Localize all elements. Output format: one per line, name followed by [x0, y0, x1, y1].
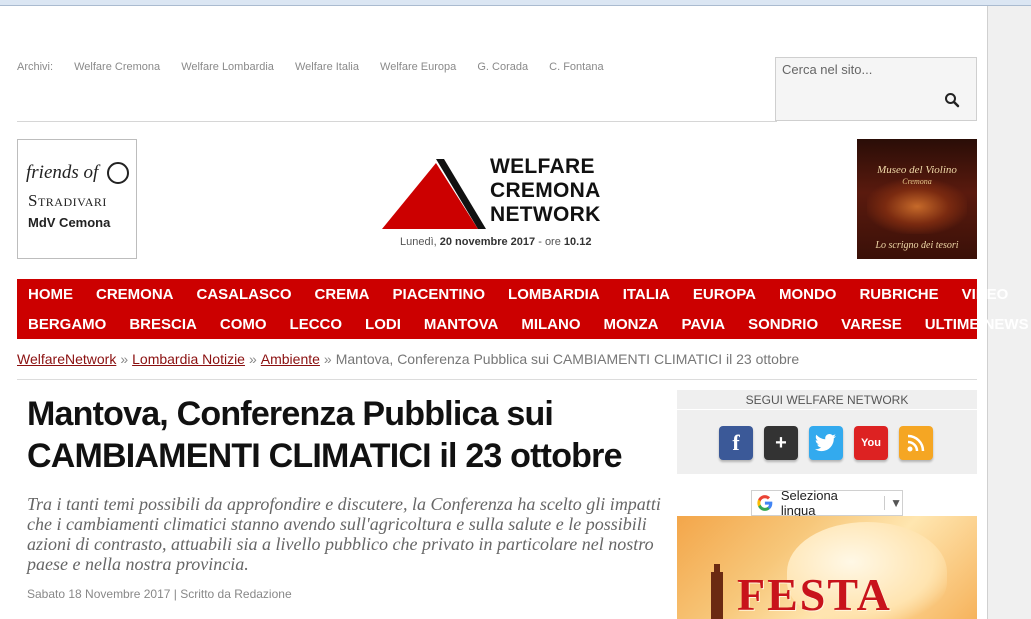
nav-item[interactable]: EUROPA: [693, 286, 756, 303]
nav-item[interactable]: RUBRICHE: [859, 286, 938, 303]
nav-item[interactable]: BRESCIA: [129, 316, 197, 333]
logo-line: CREMONA: [490, 179, 601, 202]
logo-text: WELFARE CREMONA NETWORK: [490, 155, 640, 227]
breadcrumb-separator: »: [323, 351, 332, 367]
article-title: Mantova, Conferenza Pubblica sui CAMBIAM…: [27, 393, 667, 477]
nav-item[interactable]: CREMA: [315, 286, 370, 303]
logo-line: WELFARE: [490, 155, 595, 178]
nav-item[interactable]: BERGAMO: [28, 316, 106, 333]
nav-item[interactable]: MANTOVA: [424, 316, 498, 333]
nav-row: HOME CREMONA CASALASCO CREMA PIACENTINO …: [28, 279, 1031, 309]
logo-triangle-icon: [382, 159, 486, 229]
nav-item[interactable]: CREMONA: [96, 286, 174, 303]
museo-violino-banner[interactable]: Museo del Violino Cremona Lo scrigno dei…: [857, 139, 977, 259]
search-icon[interactable]: [944, 92, 960, 108]
article-lead: Tra i tanti temi possibili da approfondi…: [27, 494, 661, 574]
stradivari-banner[interactable]: friends of Stradivari MdV Cemona: [17, 139, 137, 259]
breadcrumb-separator: »: [248, 351, 257, 367]
date-sep: - ore: [538, 236, 561, 248]
banner-title: Museo del Violino: [877, 164, 957, 176]
google-g-icon: [757, 495, 773, 511]
rss-feed-icon: [907, 434, 925, 452]
facebook-icon[interactable]: f: [719, 426, 753, 460]
banner-line: friends of: [26, 162, 99, 183]
nav-item[interactable]: MONZA: [604, 316, 659, 333]
header-divider: [17, 121, 777, 122]
nav-item[interactable]: MILANO: [521, 316, 580, 333]
breadcrumb-link[interactable]: WelfareNetwork: [17, 351, 116, 367]
nav-item[interactable]: VIDEO: [962, 286, 1009, 303]
date-time: 10.12: [563, 236, 592, 248]
banner-subtitle: Cremona: [902, 177, 932, 186]
current-date: Lunedì, 20 novembre 2017 - ore 10.12: [400, 236, 591, 248]
nav-item[interactable]: PIACENTINO: [393, 286, 486, 303]
follow-heading: SEGUI WELFARE NETWORK: [677, 390, 977, 410]
browser-top-edge: [0, 0, 1031, 6]
nav-item[interactable]: PAVIA: [682, 316, 726, 333]
nav-item[interactable]: MONDO: [779, 286, 837, 303]
archive-label: Archivi:: [17, 61, 54, 73]
nav-item[interactable]: ULTIME NEWS: [925, 316, 1029, 333]
language-select[interactable]: Seleziona lingua ▼: [751, 488, 903, 518]
archive-link[interactable]: Welfare Lombardia: [181, 61, 274, 73]
archive-link[interactable]: G. Corada: [477, 61, 528, 73]
breadcrumb-separator: »: [120, 351, 129, 367]
nav-item[interactable]: LECCO: [290, 316, 343, 333]
nav-item[interactable]: HOME: [28, 286, 73, 303]
nav-item[interactable]: VARESE: [841, 316, 902, 333]
archive-links: Archivi: Welfare Cremona Welfare Lombard…: [17, 61, 622, 73]
archive-link[interactable]: Welfare Italia: [295, 61, 359, 73]
breadcrumb-current: Mantova, Conferenza Pubblica sui CAMBIAM…: [335, 351, 800, 367]
title-line: Mantova, Conferenza Pubblica sui: [27, 395, 554, 433]
youtube-icon[interactable]: You: [854, 426, 888, 460]
banner-tagline: Lo scrigno dei tesori: [875, 240, 959, 251]
nav-item[interactable]: LODI: [365, 316, 401, 333]
banner-line: MdV Cemona: [28, 215, 111, 230]
chevron-down-icon: ▼: [884, 496, 902, 510]
language-label: Seleziona lingua: [780, 488, 838, 518]
festa-text: FESTA: [737, 569, 892, 619]
twitter-bird-icon: [815, 434, 836, 452]
title-line: CAMBIAMENTI CLIMATICI il 23 ottobre: [27, 437, 622, 475]
nav-item[interactable]: ITALIA: [623, 286, 670, 303]
archive-link[interactable]: Welfare Cremona: [74, 61, 160, 73]
social-icons: f + You: [719, 426, 944, 460]
breadcrumb: WelfareNetwork» Lombardia Notizie» Ambient…: [17, 351, 799, 367]
logo-line: NETWORK: [490, 203, 601, 226]
twitter-icon[interactable]: [809, 426, 843, 460]
nav-item[interactable]: LOMBARDIA: [508, 286, 600, 303]
article-meta: Sabato 18 Novembre 2017 | Scritto da Red…: [27, 587, 292, 601]
breadcrumb-link[interactable]: Lombardia Notizie: [132, 351, 245, 367]
seal-icon: [107, 162, 129, 184]
breadcrumb-divider: [17, 379, 977, 380]
date-day: 20 novembre 2017: [439, 236, 536, 248]
nav-row: BERGAMO BRESCIA COMO LECCO LODI MANTOVA …: [28, 309, 1031, 339]
search-input[interactable]: [782, 62, 962, 77]
nav-item[interactable]: COMO: [220, 316, 267, 333]
date-weekday: Lunedì,: [400, 236, 437, 248]
festa-banner[interactable]: FESTA: [677, 516, 977, 619]
nav-item[interactable]: SONDRIO: [748, 316, 818, 333]
banner-glow: [867, 179, 967, 234]
breadcrumb-link[interactable]: Ambiente: [261, 351, 320, 367]
banner-line: Stradivari: [28, 191, 107, 210]
main-nav: HOME CREMONA CASALASCO CREMA PIACENTINO …: [17, 279, 1029, 339]
search-box: [775, 57, 977, 121]
torrazzo-tower: [711, 572, 723, 619]
google-plus-icon[interactable]: +: [764, 426, 798, 460]
rss-icon[interactable]: [899, 426, 933, 460]
archive-link[interactable]: C. Fontana: [549, 61, 603, 73]
archive-link[interactable]: Welfare Europa: [380, 61, 456, 73]
follow-box: SEGUI WELFARE NETWORK f + You: [677, 390, 977, 474]
nav-item[interactable]: CASALASCO: [197, 286, 292, 303]
